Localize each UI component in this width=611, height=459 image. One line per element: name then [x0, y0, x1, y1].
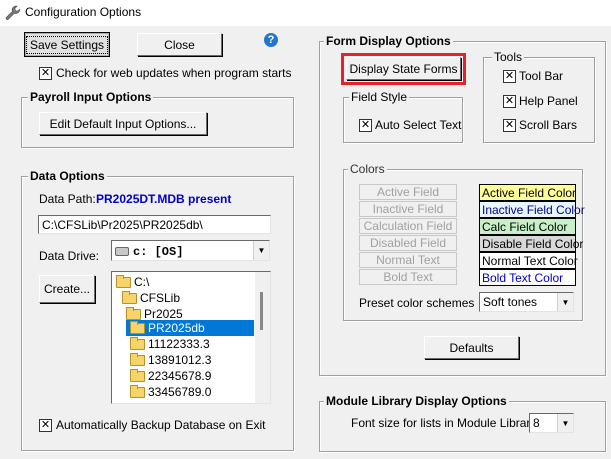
edit-default-label: Edit Default Input Options...: [49, 116, 197, 131]
create-button[interactable]: Create...: [39, 275, 95, 303]
edit-default-input-options-button[interactable]: Edit Default Input Options...: [39, 112, 207, 135]
folder-item[interactable]: CFSLib: [122, 290, 180, 306]
folder-icon: [130, 384, 145, 398]
payroll-input-options-title: Payroll Input Options: [28, 90, 154, 104]
help-icon[interactable]: ?: [264, 33, 278, 47]
folder-icon: [130, 352, 145, 366]
help-panel-label: Help Panel: [519, 94, 578, 108]
window-title: Configuration Options: [25, 5, 142, 19]
colors-title: Colors: [348, 162, 387, 176]
folder-item[interactable]: C:\: [116, 274, 149, 290]
close-label: Close: [164, 37, 195, 52]
display-state-forms-label: Display State Forms: [349, 61, 458, 76]
bold-text-button[interactable]: Bold Text: [359, 269, 457, 285]
folder-item[interactable]: 13891012.3: [130, 352, 211, 368]
folder-icon: [130, 368, 145, 382]
data-options-title: Data Options: [28, 169, 107, 183]
folder-tree[interactable]: C:\ CFSLib Pr2025 PR2025db 11122333.3 13…: [111, 271, 271, 404]
folder-item[interactable]: 11122333.3: [130, 336, 210, 352]
active-field-color-swatch[interactable]: Active Field Color: [479, 184, 576, 201]
check-updates-label: Check for web updates when program start…: [56, 66, 292, 80]
data-path-label: Data Path:: [39, 192, 96, 206]
tools-title: Tools: [492, 50, 525, 64]
drive-icon: [115, 247, 129, 257]
scroll-bars-checkbox[interactable]: ✕: [503, 119, 516, 132]
close-button[interactable]: Close: [137, 33, 222, 56]
normal-text-color-swatch[interactable]: Normal Text Color: [479, 252, 578, 269]
data-drive-label: Data Drive:: [39, 249, 100, 263]
display-state-forms-button[interactable]: Display State Forms: [346, 57, 461, 80]
folder-item[interactable]: 33456789.0: [130, 384, 211, 400]
data-path-field[interactable]: C:\CFSLib\Pr2025\PR2025db\: [38, 215, 271, 234]
folder-open-icon: [126, 306, 141, 320]
form-display-options-title: Form Display Options: [324, 34, 453, 48]
folder-open-icon: [116, 274, 131, 288]
normal-text-button[interactable]: Normal Text: [359, 252, 457, 268]
calc-field-color-swatch[interactable]: Calc Field Color: [479, 218, 576, 235]
check-updates-checkbox[interactable]: ✕: [39, 67, 52, 80]
data-drive-value: c: [OS]: [133, 245, 184, 259]
save-settings-label: Save Settings: [25, 35, 109, 54]
chevron-down-icon[interactable]: ▼: [557, 414, 573, 432]
folder-item[interactable]: 22345678.9: [130, 368, 211, 384]
folder-tree-scrollbar[interactable]: [255, 272, 270, 403]
auto-backup-label: Automatically Backup Database on Exit: [56, 418, 266, 432]
bold-text-color-swatch[interactable]: Bold Text Color: [479, 269, 576, 286]
calculation-field-button[interactable]: Calculation Field: [359, 218, 457, 234]
chevron-down-icon[interactable]: ▼: [557, 293, 573, 311]
folder-open-icon: [130, 320, 145, 334]
auto-select-text-checkbox[interactable]: ✕: [359, 119, 372, 132]
create-label: Create...: [43, 282, 91, 296]
wrench-icon: [5, 5, 20, 20]
chevron-down-icon[interactable]: ▼: [253, 241, 269, 260]
tool-bar-checkbox[interactable]: ✕: [503, 70, 516, 83]
auto-select-text-label: Auto Select Text: [375, 118, 462, 132]
defaults-button[interactable]: Defaults: [424, 336, 519, 359]
folder-item-selected[interactable]: PR2025db: [126, 320, 254, 336]
disable-field-color-swatch[interactable]: Disable Field Color: [479, 235, 583, 252]
scrollbar-thumb[interactable]: [260, 292, 263, 330]
preset-color-schemes-label: Preset color schemes: [359, 296, 475, 310]
tool-bar-label: Tool Bar: [519, 69, 564, 83]
font-size-label: Font size for lists in Module Library: [351, 416, 537, 430]
folder-open-icon: [122, 290, 137, 304]
active-field-button[interactable]: Active Field: [359, 184, 457, 200]
defaults-label: Defaults: [449, 340, 494, 355]
folder-icon: [130, 336, 145, 350]
field-style-title: Field Style: [349, 90, 410, 104]
data-path-value: PR2025DT.MDB present: [96, 192, 232, 206]
inactive-field-color-swatch[interactable]: Inactive Field Color: [479, 201, 585, 218]
help-panel-checkbox[interactable]: ✕: [503, 95, 516, 108]
data-drive-select[interactable]: c: [OS]: [111, 240, 270, 261]
save-settings-button[interactable]: Save Settings: [24, 32, 110, 57]
module-library-title: Module Library Display Options: [324, 394, 509, 408]
inactive-field-button[interactable]: Inactive Field: [359, 201, 457, 217]
scroll-bars-label: Scroll Bars: [519, 118, 578, 132]
disabled-field-button[interactable]: Disabled Field: [359, 235, 457, 251]
auto-backup-checkbox[interactable]: ✕: [39, 419, 52, 432]
